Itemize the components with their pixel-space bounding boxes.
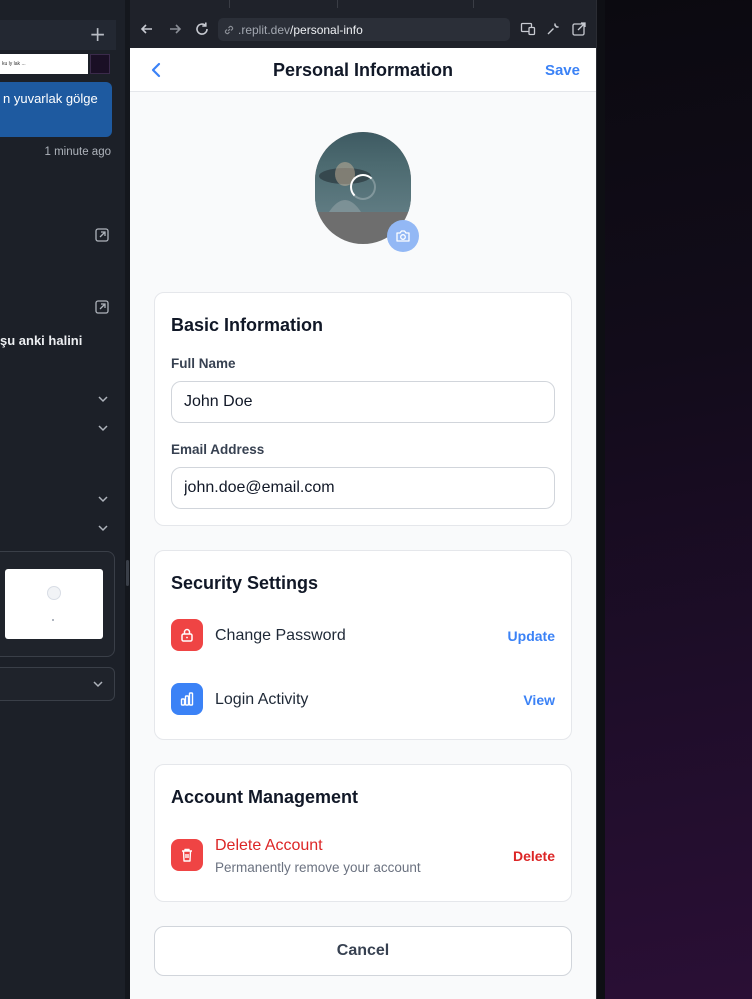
- row-label: Login Activity: [215, 691, 309, 708]
- wrench-icon[interactable]: [545, 21, 561, 37]
- update-password-button[interactable]: Update: [508, 628, 555, 644]
- section-title: Account Management: [171, 787, 359, 807]
- url-path: /personal-info: [290, 22, 363, 37]
- attachment-caption: ku ly lak ...: [2, 61, 26, 67]
- cancel-button[interactable]: Cancel: [154, 926, 572, 976]
- open-external-icon[interactable]: [95, 228, 109, 242]
- chevron-down-icon[interactable]: [97, 493, 109, 505]
- window-border: [596, 0, 605, 999]
- account-management-card: Account Management Delete Account Perman…: [154, 764, 572, 902]
- url-bar[interactable]: .replit.dev/personal-info: [218, 18, 510, 41]
- security-settings-card: Security Settings Change Password Update…: [154, 550, 572, 740]
- full-name-field[interactable]: [171, 381, 555, 423]
- chevron-down-icon[interactable]: [97, 393, 109, 405]
- reload-icon[interactable]: [193, 20, 211, 38]
- full-name-label: Full Name: [171, 356, 236, 371]
- chevron-down-icon: [93, 681, 103, 688]
- chat-text-fragment: şu anki halini: [0, 333, 83, 348]
- chat-message-text: n yuvarlak gölge: [3, 91, 98, 106]
- panel-tabbar: +: [0, 20, 116, 50]
- section-title: Security Settings: [171, 573, 319, 593]
- email-label: Email Address: [171, 442, 265, 457]
- view-activity-button[interactable]: View: [523, 692, 555, 708]
- section-title: Basic Information: [171, 315, 324, 335]
- attachment-thumbnail-dark[interactable]: [90, 54, 110, 74]
- chevron-up-icon[interactable]: ⌃: [105, 0, 113, 7]
- loading-spinner-icon: [350, 174, 376, 200]
- browser-tab[interactable]: [338, 0, 474, 8]
- chat-message: n yuvarlak gölge: [0, 82, 112, 137]
- row-label: Change Password: [215, 627, 346, 644]
- delete-account-button[interactable]: Delete: [513, 848, 555, 864]
- attachment-thumbnail[interactable]: ku ly lak ...: [0, 54, 88, 74]
- page-header: Personal Information Save: [130, 48, 596, 92]
- forward-arrow-icon[interactable]: [166, 20, 184, 38]
- chevron-down-icon[interactable]: [97, 522, 109, 534]
- link-icon: [224, 25, 234, 34]
- chart-icon: [171, 683, 203, 715]
- delete-account-label: Delete Account: [215, 837, 323, 854]
- basic-info-card: Basic Information Full Name Email Addres…: [154, 292, 572, 526]
- panel-topbar: ⌃: [0, 0, 125, 14]
- add-icon[interactable]: +: [89, 22, 106, 46]
- lock-icon: [171, 619, 203, 651]
- avatar-image: [315, 132, 411, 212]
- preview-card[interactable]: [0, 551, 115, 657]
- camera-icon: [396, 230, 410, 242]
- chevron-down-icon[interactable]: [97, 422, 109, 434]
- ide-side-panel: ⌃ + ku ly lak ... n yuvarlak gölge 1 min…: [0, 0, 125, 999]
- browser-window: .replit.dev/personal-info Personal Infor…: [130, 0, 596, 999]
- browser-tab[interactable]: [230, 0, 338, 8]
- message-timestamp: 1 minute ago: [44, 146, 112, 158]
- email-field[interactable]: [171, 467, 555, 509]
- tab-strip: [130, 0, 596, 10]
- person-silhouette: [319, 162, 371, 212]
- trash-icon: [171, 839, 203, 871]
- devices-icon[interactable]: [520, 21, 536, 37]
- page-title: Personal Information: [272, 60, 454, 80]
- preview-avatar-icon: [47, 586, 61, 600]
- url-host: .replit.dev: [238, 22, 291, 37]
- back-arrow-icon[interactable]: [138, 20, 156, 38]
- change-photo-button[interactable]: [387, 220, 419, 252]
- desktop-background: [605, 0, 752, 999]
- save-button[interactable]: Save: [545, 62, 580, 79]
- open-new-window-icon[interactable]: [571, 21, 587, 37]
- personal-info-page: Personal Information Save Basic Informat…: [130, 48, 596, 999]
- collapsed-section[interactable]: [0, 667, 115, 701]
- preview-screenshot: [5, 569, 103, 639]
- open-external-icon[interactable]: [95, 300, 109, 314]
- browser-tab[interactable]: [130, 0, 230, 8]
- browser-toolbar: .replit.dev/personal-info: [130, 0, 596, 48]
- delete-account-description: Permanently remove your account: [215, 860, 421, 875]
